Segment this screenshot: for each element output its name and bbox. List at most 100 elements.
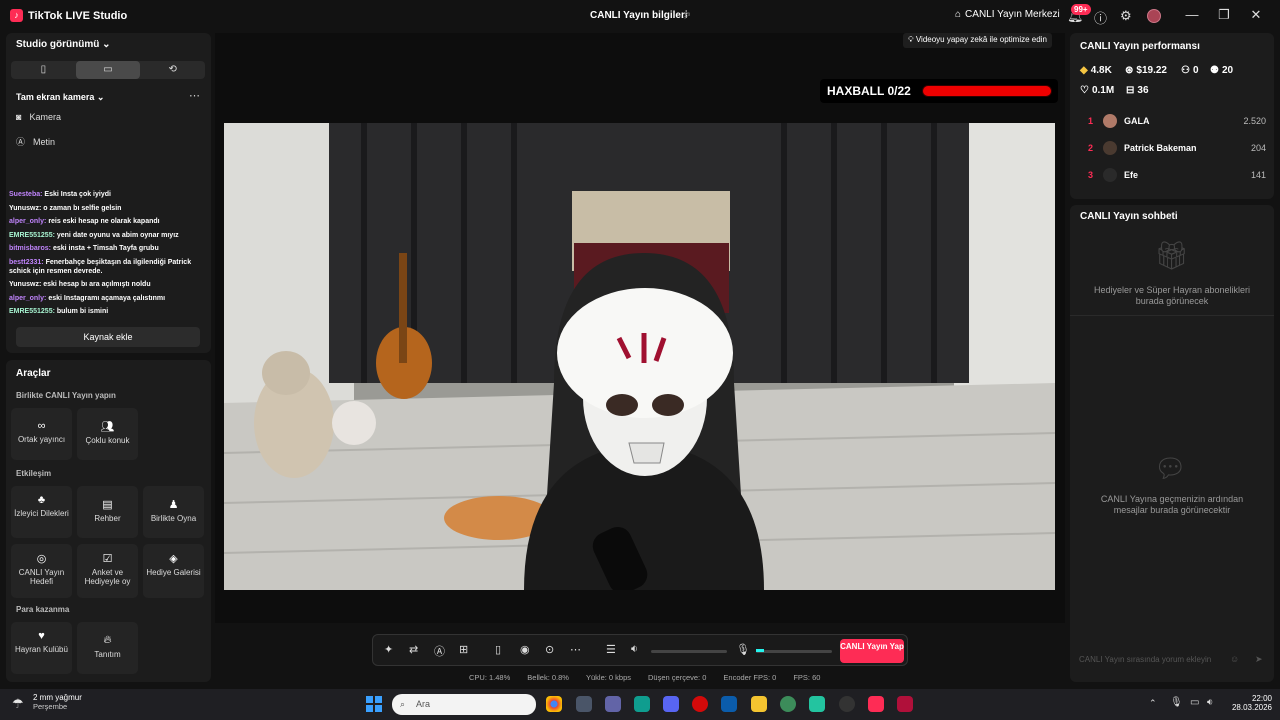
- mail-icon[interactable]: [721, 696, 737, 712]
- tiktok-icon[interactable]: [868, 696, 884, 712]
- maximize-button[interactable]: ❐: [1214, 7, 1234, 23]
- rank-value: 141: [1250, 170, 1266, 180]
- discord-icon[interactable]: [663, 696, 679, 712]
- chat-text: eski insta + Timsah Tayfa grubu: [52, 245, 159, 252]
- microphone-icon[interactable]: 🎙︎: [736, 643, 750, 656]
- diamonds-metric: ◆ 4.8K: [1080, 65, 1112, 76]
- chrome-icon[interactable]: [546, 696, 562, 712]
- taskbar-search[interactable]: ⌕ Ara: [392, 694, 536, 715]
- folder-icon[interactable]: [751, 696, 767, 712]
- studio-view-dropdown[interactable]: Studio görünümü ⌄: [16, 39, 111, 50]
- chat-overlay: Suesteba: Eski Insta çok iyiydi Yunuswz: …: [9, 190, 209, 321]
- tool-live-goal[interactable]: ◎ CANLI Yayın Hedefi: [11, 544, 72, 598]
- chat-message: Yunuswz: eski hesap bı ara açılmıştı nol…: [9, 280, 209, 289]
- notification-badge: 99+: [1071, 4, 1091, 15]
- rotate-icon[interactable]: ⟲: [140, 61, 205, 79]
- tool-guide[interactable]: ▤ Rehber: [77, 486, 138, 538]
- earnings-value: $19.22: [1136, 65, 1167, 76]
- taskview-icon[interactable]: [576, 696, 592, 712]
- close-button[interactable]: ✕: [1246, 7, 1266, 23]
- weather-temp: 2 mm yağmur: [33, 693, 82, 702]
- chat-username: bestt2331:: [9, 258, 44, 266]
- display-icon[interactable]: ▭: [1190, 697, 1199, 708]
- chrome-profile-icon[interactable]: [780, 696, 796, 712]
- opera-icon[interactable]: [692, 696, 708, 712]
- chat-input[interactable]: CANLI Yayın sırasında yorum ekleyin: [1079, 655, 1211, 664]
- tool-multiguest[interactable]: 👥︎ Çoklu konuk: [77, 408, 138, 460]
- chat-message: bitmisbaros: eski insta + Timsah Tayfa g…: [9, 244, 209, 253]
- camera-scene-image: [224, 123, 1055, 590]
- tool-poll[interactable]: ☑ Anket ve Hediyeyle oy: [77, 544, 138, 598]
- add-source-button[interactable]: Kaynak ekle: [16, 327, 200, 347]
- scene-dropdown[interactable]: Tam ekran kamera ⌄: [16, 92, 104, 103]
- rank-name: Patrick Bakeman: [1124, 143, 1197, 153]
- encoder-fps-stat: Encoder FPS: 0: [723, 673, 777, 682]
- steam-icon[interactable]: [839, 696, 855, 712]
- help-icon[interactable]: ⓘ: [1094, 8, 1107, 27]
- clock[interactable]: 22:00 28.03.2026: [1228, 694, 1272, 712]
- diamonds-value: 4.8K: [1090, 65, 1112, 76]
- share-icon[interactable]: ⇗: [682, 9, 691, 22]
- rain-icon: ☂: [12, 696, 24, 711]
- emoji-icon[interactable]: ☺: [1230, 654, 1239, 664]
- scene-label: Tam ekran kamera: [16, 92, 95, 102]
- tool-gift-gallery[interactable]: ◈ Hediye Galerisi: [143, 544, 204, 598]
- heart-icon: ♥: [38, 630, 45, 642]
- microphone-icon[interactable]: 🎙︎: [1170, 697, 1183, 708]
- likes-value: 0.1M: [1091, 85, 1115, 96]
- chat-message: alper_only: reis eski hesap ne olarak ka…: [9, 217, 209, 226]
- more-options-icon[interactable]: ⋯: [189, 89, 200, 102]
- tool-promote[interactable]: 🔥︎ Tanıtım: [77, 622, 138, 674]
- volume-icon[interactable]: 🔉︎: [1207, 697, 1213, 708]
- rank-name: GALA: [1124, 116, 1150, 126]
- windows-start-icon[interactable]: [366, 696, 382, 712]
- tool-cohost[interactable]: ∞ Ortak yayıncı: [11, 408, 72, 460]
- speaker-icon[interactable]: 🔉︎: [631, 643, 638, 656]
- likes-metric: ♡ 0.1M: [1080, 85, 1114, 96]
- source-label: Kamera: [29, 112, 61, 122]
- landscape-icon[interactable]: ▭: [75, 61, 141, 79]
- add-scene-icon[interactable]: ⊞: [459, 643, 468, 656]
- orientation-toggle: ▯ ▭ ⟲: [11, 61, 205, 79]
- go-live-button[interactable]: CANLI Yayın Yap: [840, 639, 904, 663]
- gear-icon[interactable]: ⚙: [1120, 8, 1132, 24]
- tool-label: Hayran Kulübü: [15, 645, 68, 654]
- speaker-volume-slider[interactable]: [651, 650, 727, 653]
- record-icon[interactable]: ◉: [520, 643, 530, 656]
- gift-icon: ◈: [169, 553, 178, 565]
- media-player-icon[interactable]: [897, 696, 913, 712]
- messages-placeholder: CANLI Yayına geçmenizin ardından mesajla…: [1100, 494, 1244, 515]
- gift-box-icon: 🎁︎: [1154, 240, 1190, 271]
- rank-number: 3: [1088, 170, 1094, 180]
- translate-icon[interactable]: ⇄: [409, 643, 418, 656]
- chat-text: reis eski hesap ne olarak kapandı: [48, 218, 160, 225]
- target-icon: ◎: [36, 553, 47, 565]
- chat-message: Suesteba: Eski Insta çok iyiydi: [9, 190, 209, 199]
- source-text[interactable]: Ⓐ Metin: [16, 135, 55, 148]
- chevron-up-icon[interactable]: ⌃: [1149, 698, 1157, 709]
- teams-icon[interactable]: [605, 696, 621, 712]
- chat-username: alper_only:: [9, 294, 47, 302]
- tool-fan-club[interactable]: ♥ Hayran Kulübü: [11, 622, 72, 674]
- phone-icon[interactable]: ▯: [495, 643, 501, 656]
- avatar[interactable]: [1147, 9, 1161, 23]
- live-center-button[interactable]: ⌂ CANLI Yayın Merkezi: [955, 9, 1060, 20]
- ai-icon[interactable]: Ⓐ: [434, 643, 445, 659]
- optimize-tip-button[interactable]: 💡︎ Videoyu yapay zekâ ile optimize edin: [903, 33, 1052, 48]
- tool-viewer-requests[interactable]: ♣ İzleyici Dilekleri: [11, 486, 72, 538]
- magic-wand-icon[interactable]: ✦: [384, 643, 393, 656]
- mic-volume-slider[interactable]: [756, 650, 832, 653]
- live-info-button[interactable]: CANLI Yayın bilgileri: [590, 10, 688, 21]
- tool-play-together[interactable]: ♟ Birlikte Oyna: [143, 486, 204, 538]
- more-icon[interactable]: ⋯: [570, 643, 581, 656]
- chat-text: eski Instagramı açamaya çalıstınmı: [48, 294, 166, 302]
- edge-icon[interactable]: [634, 696, 650, 712]
- settings-sliders-icon[interactable]: ☰: [606, 643, 616, 656]
- app-icon[interactable]: [809, 696, 825, 712]
- portrait-icon[interactable]: ▯: [11, 61, 76, 79]
- weather-widget[interactable]: 2 mm yağmur Perşembe: [33, 693, 82, 711]
- source-camera[interactable]: ◙ Kamera: [16, 112, 61, 122]
- send-icon[interactable]: ➤: [1255, 654, 1263, 665]
- minimize-button[interactable]: —: [1182, 7, 1202, 22]
- replay-icon[interactable]: ⊙: [545, 643, 554, 656]
